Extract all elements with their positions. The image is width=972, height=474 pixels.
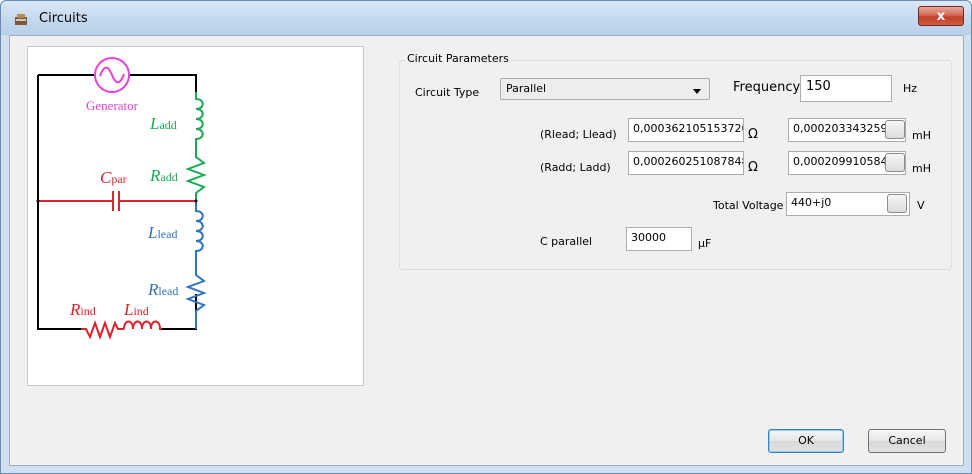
cpar-capacitor: Cpar (100, 168, 196, 211)
total-voltage-label: Total Voltage (713, 199, 784, 212)
dialog-body: Generator Ladd Radd Cpar Llead Rlead Rin… (9, 35, 964, 466)
frequency-unit: Hz (903, 82, 918, 95)
radd-input[interactable]: 0,0002602510878480 (628, 151, 744, 175)
llead-sub: lead (157, 227, 177, 241)
generator-symbol: Generator (86, 57, 139, 113)
circuit-type-value: Parallel (506, 82, 547, 95)
rlead-llead-label: (Rlead; Llead) (540, 128, 617, 141)
radd-resistor: Radd (149, 151, 207, 201)
generator-label: Generator (86, 98, 139, 113)
rlead-letter: R (147, 280, 159, 299)
cpar-letter: C (100, 168, 112, 187)
rlead-input[interactable]: 0,0003621051537206 (628, 118, 744, 142)
ladd-unit: mH (912, 162, 931, 175)
lind-letter: L (123, 300, 133, 319)
llead-toggle-button[interactable] (885, 120, 905, 139)
lind-inductor: Lind (123, 300, 162, 330)
svg-text:Radd: Radd (149, 166, 178, 185)
circuit-type-label: Circuit Type (415, 86, 480, 99)
c-parallel-label: C parallel (540, 235, 593, 248)
rind-sub: ind (80, 304, 95, 318)
svg-text:Rind: Rind (69, 300, 96, 319)
ladd-sub: add (159, 118, 176, 132)
rind-resistor: Rind (69, 300, 124, 340)
ladd-letter: L (149, 114, 159, 133)
close-icon: x (936, 9, 946, 24)
svg-text:Rlead: Rlead (147, 280, 178, 299)
radd-letter: R (149, 166, 161, 185)
svg-text:Cpar: Cpar (100, 168, 127, 187)
svg-text:Lind: Lind (123, 300, 149, 319)
llead-inductor: Llead (147, 201, 204, 269)
circuit-type-select[interactable]: Parallel (500, 78, 710, 100)
frequency-input[interactable]: 150 (800, 75, 892, 102)
circuit-diagram: Generator Ladd Radd Cpar Llead Rlead Rin… (27, 46, 364, 386)
frequency-label: Frequency: (733, 80, 804, 95)
window-title: Circuits (39, 11, 88, 26)
title-bar[interactable]: Circuits x (1, 1, 971, 35)
ladd-toggle-button[interactable] (885, 153, 905, 172)
total-voltage-unit: V (917, 199, 925, 212)
c-parallel-unit: µF (698, 237, 712, 250)
ladd-inductor: Ladd (149, 92, 204, 151)
radd-sub: add (160, 170, 177, 184)
rlead-sub: lead (158, 284, 178, 298)
circuits-window: Circuits x Generator Ladd Radd Cpar Llea… (0, 0, 972, 474)
c-parallel-input[interactable]: 30000 (626, 227, 692, 251)
total-voltage-toggle-button[interactable] (887, 194, 907, 213)
svg-text:Ladd: Ladd (149, 114, 177, 133)
ok-button[interactable]: OK (768, 429, 844, 453)
rind-letter: R (69, 300, 81, 319)
cancel-button[interactable]: Cancel (868, 429, 946, 453)
lind-sub: ind (133, 304, 148, 318)
close-button[interactable]: x (918, 6, 964, 26)
llead-letter: L (147, 223, 157, 242)
svg-text:Llead: Llead (147, 223, 177, 242)
radd-unit: Ω (748, 160, 758, 175)
chevron-down-icon (693, 89, 701, 94)
rlead-unit: Ω (748, 127, 758, 142)
radd-ladd-label: (Radd; Ladd) (540, 161, 611, 174)
llead-unit: mH (912, 129, 931, 142)
app-icon (15, 14, 27, 25)
group-title: Circuit Parameters (405, 52, 511, 65)
cpar-sub: par (111, 172, 126, 186)
